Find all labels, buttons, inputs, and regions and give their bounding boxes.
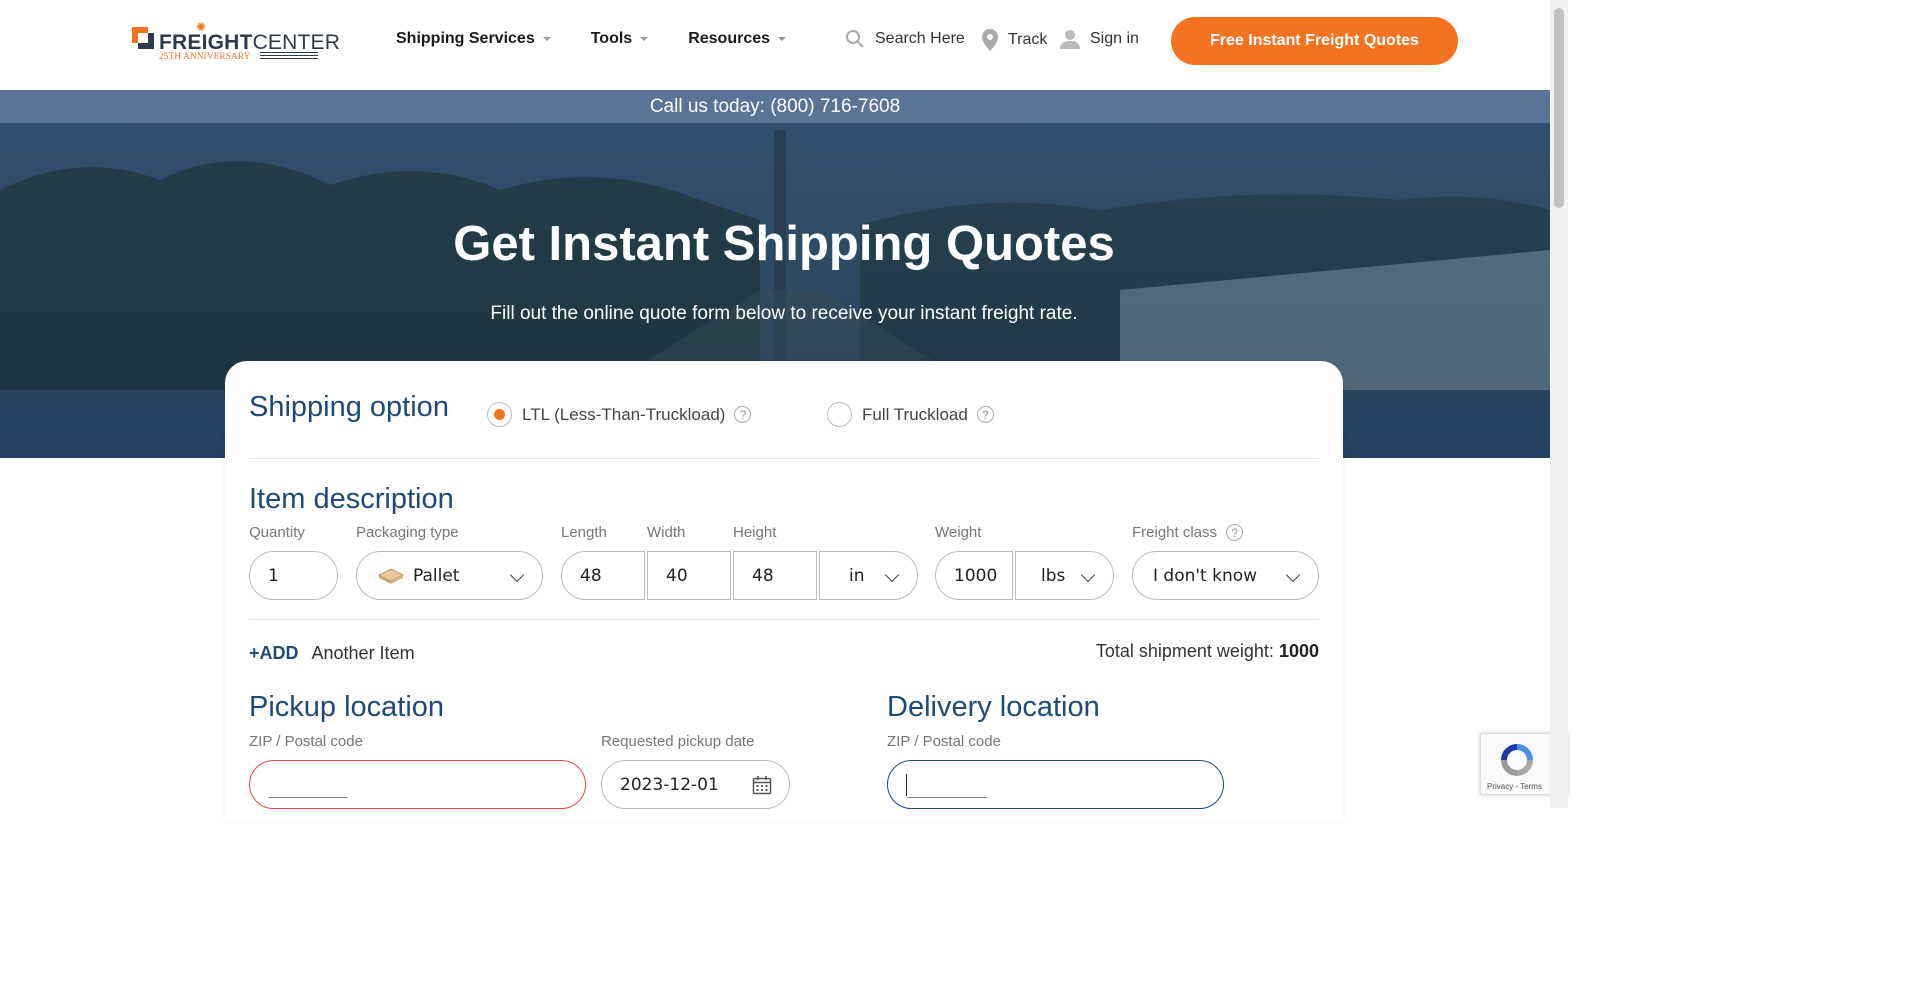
- height-label: Height: [733, 524, 777, 541]
- signin-link[interactable]: Sign in: [1060, 29, 1139, 49]
- pickup-zip-label: ZIP / Postal code: [249, 733, 363, 750]
- delivery-zip-input[interactable]: [887, 760, 1224, 809]
- radio-full-truckload[interactable]: Full Truckload ?: [827, 402, 994, 427]
- weight-input[interactable]: 1000: [935, 551, 1013, 600]
- pickup-zip-input[interactable]: [249, 760, 586, 809]
- divider: [249, 619, 1319, 620]
- help-icon[interactable]: ?: [976, 406, 994, 423]
- recaptcha-icon: [1501, 744, 1533, 776]
- freight-class-label: Freight class ?: [1132, 524, 1244, 541]
- quantity-input[interactable]: 1: [249, 551, 338, 600]
- radio-unselected-icon: [827, 402, 852, 427]
- chevron-down-icon: [1080, 567, 1096, 583]
- weight-label: Weight: [935, 524, 982, 541]
- recaptcha-terms[interactable]: Privacy - Terms: [1487, 782, 1542, 791]
- weight-unit-select[interactable]: lbs: [1015, 551, 1114, 600]
- width-input[interactable]: 40: [647, 551, 731, 600]
- call-us-bar[interactable]: Call us today: (800) 716-7608: [0, 90, 1550, 123]
- caret-down-icon: [778, 37, 787, 41]
- total-shipment-weight: Total shipment weight: 1000: [1095, 641, 1319, 661]
- search-icon: [846, 30, 864, 48]
- pallet-icon: [377, 567, 405, 584]
- length-input[interactable]: 48: [561, 551, 645, 600]
- logo-mark-icon: [132, 27, 154, 49]
- quantity-label: Quantity: [249, 524, 305, 541]
- radio-ltl[interactable]: LTL (Less-Than-Truckload) ?: [487, 402, 752, 427]
- pickup-date-input[interactable]: 2023-12-01: [601, 760, 790, 809]
- input-underline: [268, 797, 348, 798]
- height-input[interactable]: 48: [733, 551, 817, 600]
- caret-down-icon: [542, 37, 551, 41]
- divider: [249, 458, 1319, 459]
- radio-selected-icon: [487, 402, 512, 427]
- item-description-title: Item description: [249, 483, 454, 515]
- width-label: Width: [647, 524, 686, 541]
- site-header: ✺ FREIGHTCENTER 25TH ANNIVERSARY Shippin…: [0, 0, 1550, 90]
- nav-tools[interactable]: Tools: [591, 30, 649, 48]
- search-link[interactable]: Search Here: [845, 29, 965, 49]
- calendar-icon[interactable]: [752, 775, 772, 795]
- shipping-option-title: Shipping option: [249, 391, 449, 423]
- length-label: Length: [561, 524, 607, 541]
- pickup-location-title: Pickup location: [249, 691, 445, 723]
- chevron-down-icon: [884, 567, 900, 583]
- page-subtitle: Fill out the online quote form below to …: [490, 303, 1078, 324]
- dimension-unit-select[interactable]: in: [819, 551, 918, 600]
- page-title: Get Instant Shipping Quotes: [453, 217, 1115, 271]
- pickup-date-label: Requested pickup date: [601, 733, 755, 750]
- quote-form-card: Shipping option LTL (Less-Than-Truckload…: [225, 361, 1343, 821]
- freightcenter-logo[interactable]: ✺ FREIGHTCENTER 25TH ANNIVERSARY: [132, 20, 340, 64]
- text-cursor: [906, 773, 907, 796]
- nav-shipping-services[interactable]: Shipping Services: [396, 30, 551, 48]
- delivery-zip-label: ZIP / Postal code: [887, 733, 1001, 750]
- chevron-down-icon: [1285, 567, 1301, 583]
- input-underline: [907, 797, 987, 798]
- add-another-item-button[interactable]: +ADD Another Item: [249, 643, 415, 664]
- main-nav: Shipping Services Tools Resources: [396, 30, 826, 48]
- free-quotes-button[interactable]: Free Instant Freight Quotes: [1171, 17, 1458, 65]
- nav-resources[interactable]: Resources: [688, 30, 787, 48]
- delivery-location-title: Delivery location: [887, 691, 1100, 723]
- packaging-select[interactable]: Pallet: [356, 551, 543, 600]
- chevron-down-icon: [509, 567, 525, 583]
- help-icon[interactable]: ?: [734, 406, 752, 423]
- caret-down-icon: [640, 37, 649, 41]
- track-link[interactable]: Track: [982, 29, 1047, 51]
- logo-lines: [260, 52, 318, 61]
- help-icon[interactable]: ?: [1226, 524, 1244, 541]
- freight-class-select[interactable]: I don't know: [1132, 551, 1319, 600]
- packaging-label: Packaging type: [356, 524, 459, 541]
- user-icon: [1060, 30, 1080, 49]
- scrollbar-thumb[interactable]: [1554, 8, 1564, 208]
- location-pin-icon: [982, 29, 998, 51]
- logo-tagline: 25TH ANNIVERSARY: [159, 51, 251, 61]
- page-scrollbar[interactable]: [1550, 0, 1568, 808]
